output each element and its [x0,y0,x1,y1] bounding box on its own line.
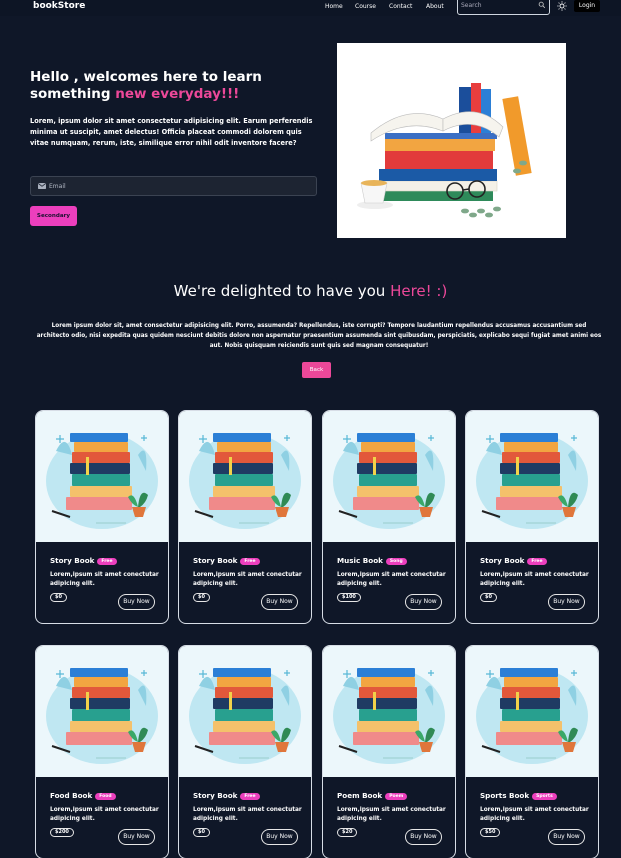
search-box [457,0,550,15]
login-button[interactable]: Login [574,0,600,12]
book-card[interactable]: Story Book Free Lorem,ipsum sit amet cone… [178,645,312,858]
card-title: Story Book Free [480,556,547,566]
search-input[interactable] [461,1,531,10]
card-category-badge: Song [385,558,407,565]
delight-title-highlight: Here! :) [390,282,448,300]
card-description: Lorem,ipsum sit amet conectutar adipicin… [337,572,446,588]
card-price: $20 [337,828,358,837]
card-price: $200 [50,828,74,837]
card-description: Lorem,ipsum sit amet conectutar adipicin… [480,572,589,588]
card-category-badge: Poem [385,793,408,800]
back-button[interactable]: Back [302,362,331,378]
card-category-badge: Free [240,793,260,800]
delight-text: Lorem ipsum dolor sit, amet consectetur … [36,323,602,350]
card-description: Lorem,ipsum sit amet conectutar adipicin… [50,572,159,588]
buy-now-button[interactable]: Buy Now [118,829,155,845]
book-card[interactable]: Food Book Food Lorem,ipsum sit amet conec… [35,645,169,858]
buy-now-button[interactable]: Buy Now [405,829,442,845]
book-stack-illustration [179,646,311,777]
card-price: $50 [480,828,501,837]
card-title: Sports Book Sports [480,791,557,801]
card-price: $0 [480,593,497,602]
book-card[interactable]: Story Book Free Lorem,ipsum sit amet cone… [465,410,599,624]
card-title-text: Story Book [193,556,238,565]
nav-item-contact[interactable]: Contact [389,0,412,13]
card-title-text: Story Book [50,556,95,565]
book-stack-illustration [466,646,598,777]
buy-now-button[interactable]: Buy Now [118,594,155,610]
buy-now-button[interactable]: Buy Now [261,829,298,845]
hero-books-illustration [337,43,566,238]
hero-title: Hello , welcomes here to learn something… [30,69,330,103]
book-card[interactable]: Story Book Free Lorem,ipsum sit amet cone… [178,410,312,624]
buy-now-button[interactable]: Buy Now [261,594,298,610]
card-title: Story Book Free [193,791,260,801]
card-description: Lorem,ipsum sit amet conectutar adipicin… [193,572,302,588]
card-title-text: Poem Book [337,791,383,800]
card-title-text: Story Book [480,556,525,565]
card-price: $100 [337,593,361,602]
book-card[interactable]: Sports Book Sports Lorem,ipsum sit amet c… [465,645,599,858]
book-stack-illustration [323,646,455,777]
card-category-badge: Free [527,558,547,565]
email-field-wrapper [30,176,317,196]
buy-now-button[interactable]: Buy Now [548,594,585,610]
card-price: $0 [193,593,210,602]
book-card[interactable]: Poem Book Poem Lorem,ipsum sit amet conec… [322,645,456,858]
book-stack-illustration [323,411,455,542]
card-category-badge: Free [240,558,260,565]
card-category-badge: Sports [532,793,557,800]
card-description: Lorem,ipsum sit amet conectutar adipicin… [50,807,159,823]
card-title-text: Story Book [193,791,238,800]
card-price: $0 [193,828,210,837]
card-title: Poem Book Poem [337,791,408,801]
hero-description: Lorem, ipsum dolor sit amet consectetur … [30,117,313,147]
book-card[interactable]: Story Book Free Lorem,ipsum sit amet cone… [35,410,169,624]
card-title: Story Book Free [50,556,117,566]
card-title-text: Music Book [337,556,383,565]
book-card[interactable]: Music Book Song Lorem,ipsum sit amet cone… [322,410,456,624]
card-description: Lorem,ipsum sit amet conectutar adipicin… [193,807,302,823]
card-title-text: Food Book [50,791,93,800]
book-stack-illustration [36,411,168,542]
secondary-button[interactable]: Secondary [30,206,77,226]
navbar: bookStore Home Course Contact About Logi… [0,0,621,16]
search-icon[interactable] [538,1,546,9]
theme-toggle-sun-icon[interactable] [557,1,567,11]
email-field[interactable] [49,181,299,191]
card-price: $0 [50,593,67,602]
brand-logo[interactable]: bookStore [33,0,85,12]
card-title-text: Sports Book [480,791,530,800]
nav-item-course[interactable]: Course [355,0,376,13]
hero-title-highlight: new everyday!!! [115,86,240,102]
delight-title: We're delighted to have you Here! :) [0,281,621,301]
card-category-badge: Food [95,793,116,800]
envelope-icon [38,183,46,189]
nav-item-about[interactable]: About [426,0,444,13]
card-title: Music Book Song [337,556,407,566]
buy-now-button[interactable]: Buy Now [405,594,442,610]
book-stack-illustration [36,646,168,777]
buy-now-button[interactable]: Buy Now [548,829,585,845]
card-title: Food Book Food [50,791,116,801]
card-category-badge: Free [97,558,117,565]
card-title: Story Book Free [193,556,260,566]
book-stack-illustration [179,411,311,542]
book-stack-illustration [466,411,598,542]
card-description: Lorem,ipsum sit amet conectutar adipicin… [337,807,446,823]
delight-title-prefix: We're delighted to have you [173,282,391,300]
nav-item-home[interactable]: Home [325,0,343,13]
card-description: Lorem,ipsum sit amet conectutar adipicin… [480,807,589,823]
